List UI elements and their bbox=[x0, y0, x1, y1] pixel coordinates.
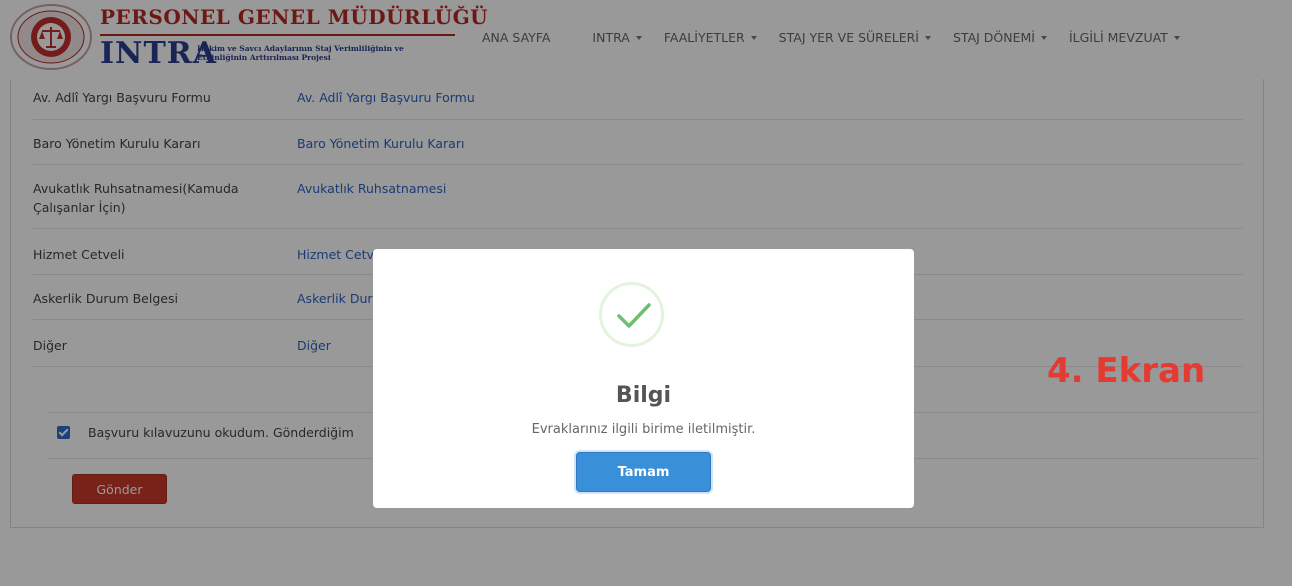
check-icon bbox=[617, 303, 651, 328]
ok-button[interactable]: Tamam bbox=[576, 452, 711, 492]
modal-title: Bilgi bbox=[615, 383, 672, 408]
success-check-icon bbox=[599, 282, 664, 347]
modal-message: Evraklarınız ilgili birime iletilmiştir. bbox=[531, 422, 756, 437]
screen-label: 4. Ekran bbox=[1047, 351, 1206, 391]
info-modal: Bilgi Evraklarınız ilgili birime iletilm… bbox=[373, 249, 914, 508]
